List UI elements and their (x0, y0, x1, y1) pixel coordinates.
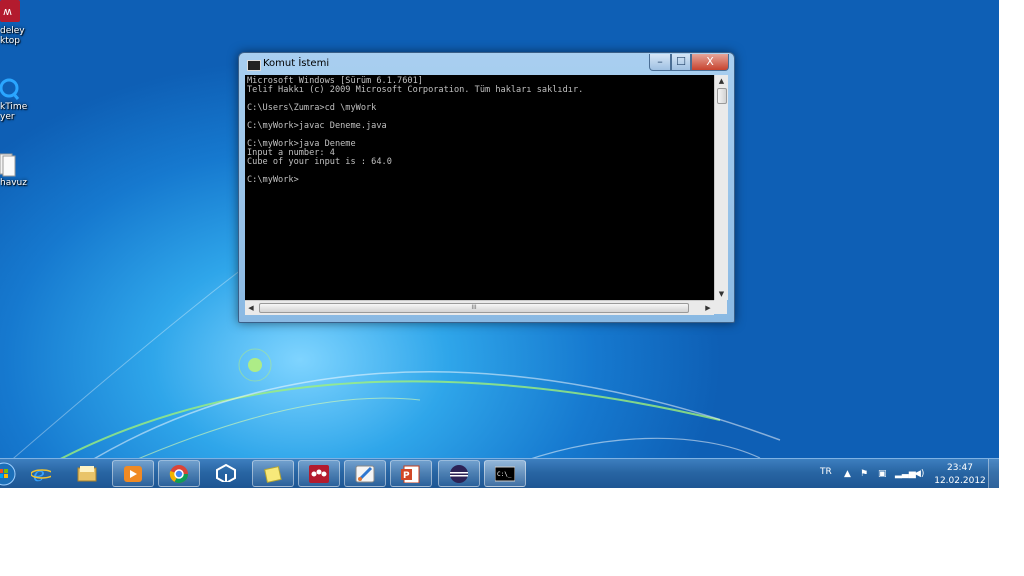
taskbar-powerpoint[interactable]: P (390, 460, 432, 487)
taskbar-sticky-notes[interactable] (252, 460, 294, 487)
clock-time[interactable]: 23:47 (940, 463, 980, 473)
scroll-up-icon[interactable]: ▲ (715, 75, 728, 87)
taskbar: e P C:\_ TR ▲ ⚑ ▣ ▂▃▅ ◀) 23:47 12.02.201… (0, 458, 999, 488)
horizontal-scrollbar[interactable]: ◀ III ▶ (245, 300, 714, 315)
network-icon[interactable]: ▂▃▅ (895, 469, 916, 479)
mendeley-icon (309, 465, 329, 483)
console-text: Microsoft Windows [Sürüm 6.1.7601] Telif… (247, 76, 584, 185)
taskbar-mendeley[interactable] (298, 460, 340, 487)
vertical-scrollbar[interactable]: ▲ ▼ (714, 75, 728, 300)
taskbar-internet-explorer[interactable]: e (21, 460, 63, 487)
taskbar-google-chrome[interactable] (158, 460, 200, 487)
minimize-button[interactable]: – (649, 54, 671, 71)
folder-icon (0, 152, 22, 178)
power-icon[interactable]: ▣ (878, 469, 887, 479)
chrome-icon (169, 465, 188, 483)
maximize-button[interactable]: ☐ (671, 54, 691, 71)
desktop-icon-label: kTime yer (0, 102, 28, 122)
command-prompt-icon: C:\_ (495, 466, 515, 482)
close-button[interactable]: X (691, 54, 729, 71)
clock-date[interactable]: 12.02.2012 (934, 476, 986, 486)
show-desktop-button[interactable] (988, 459, 999, 488)
internet-explorer-icon: e (31, 464, 51, 482)
svg-text:C:\_: C:\_ (497, 471, 512, 478)
window-titlebar[interactable]: Komut İstemi – ☐ X (239, 53, 734, 75)
scroll-right-icon[interactable]: ▶ (702, 301, 714, 315)
scrollbar-corner (714, 300, 727, 314)
show-hidden-icons-icon[interactable]: ▲ (844, 469, 851, 479)
command-prompt-window[interactable]: Komut İstemi – ☐ X Microsoft Windows [Sü… (238, 52, 735, 323)
desktop-icon-quicktime[interactable]: kTime yer (0, 76, 40, 122)
svg-text:P: P (403, 471, 410, 481)
desktop-icon-havuz[interactable]: havuz (0, 152, 40, 188)
mendeley-desktop-icon: ʍ (0, 0, 22, 26)
desktop-icon-mendeley[interactable]: ʍ deley ktop (0, 0, 40, 46)
desktop: ʍ deley ktop kTime yer havuz Komut İstem… (0, 0, 999, 488)
windows-orb-icon (0, 462, 16, 486)
svg-text:e: e (33, 464, 45, 482)
unity-icon (216, 464, 236, 482)
horizontal-scroll-thumb[interactable]: III (259, 303, 689, 313)
scroll-down-icon[interactable]: ▼ (715, 288, 728, 300)
start-button[interactable] (0, 460, 20, 487)
taskbar-eclipse[interactable] (438, 460, 480, 487)
folder-icon (77, 466, 97, 482)
media-player-icon (124, 466, 142, 482)
taskbar-windows-explorer[interactable] (67, 460, 109, 487)
taskbar-command-prompt[interactable]: C:\_ (484, 460, 526, 487)
taskbar-media-player[interactable] (112, 460, 154, 487)
console-output[interactable]: Microsoft Windows [Sürüm 6.1.7601] Telif… (245, 75, 714, 300)
powerpoint-icon: P (401, 465, 420, 483)
action-center-flag-icon[interactable]: ⚑ (860, 469, 868, 479)
taskbar-paint[interactable] (344, 460, 386, 487)
window-title: Komut İstemi (263, 58, 330, 69)
scroll-left-icon[interactable]: ◀ (245, 301, 257, 315)
console-icon (247, 60, 261, 71)
sticky-notes-icon (264, 466, 282, 483)
desktop-icon-label: deley ktop (0, 26, 25, 46)
taskbar-unity[interactable] (206, 460, 248, 487)
eclipse-icon (450, 465, 468, 483)
paint-icon (355, 465, 375, 483)
language-indicator[interactable]: TR (820, 467, 832, 477)
vertical-scroll-thumb[interactable] (717, 88, 727, 104)
svg-text:ʍ: ʍ (3, 5, 12, 18)
desktop-icon-label: havuz (0, 178, 27, 188)
quicktime-player-icon (0, 76, 22, 102)
volume-icon[interactable]: ◀) (914, 469, 924, 479)
